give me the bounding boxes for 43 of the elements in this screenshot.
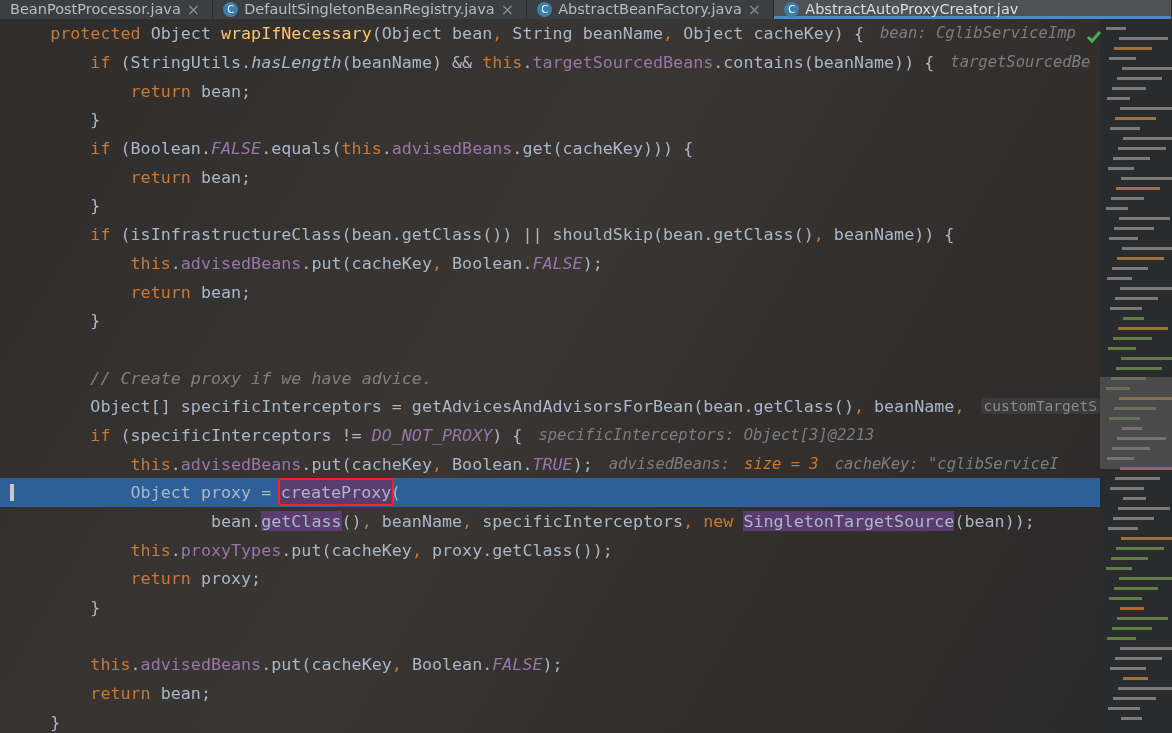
- code-line: if (specificInterceptors != DO_NOT_PROXY) {: [89, 424, 523, 445]
- editor-tab[interactable]: C AbstractAutoProxyCreator.jav: [774, 0, 1172, 19]
- debug-value-hint: advisedBeans:: [608, 454, 731, 473]
- code-line: Object[] specificInterceptors = getAdvicesAndAdvisorsForBean(bean.getClass(), beanName,: [89, 396, 966, 417]
- code-line: if (Boolean.FALSE.equals(this.advisedBeans.get(cacheKey))) {: [89, 138, 694, 159]
- code-line: }: [89, 109, 101, 130]
- editor-tab[interactable]: C DefaultSingletonBeanRegistry.java ×: [213, 0, 528, 19]
- code-line: return bean;: [129, 281, 252, 302]
- editor-tab[interactable]: BeanPostProcessor.java ×: [0, 0, 214, 19]
- class-icon: C: [223, 2, 239, 17]
- parameter-hint: customTargetS: [980, 398, 1100, 415]
- code-line: this.advisedBeans.put(cacheKey, Boolean.FALSE);: [129, 252, 603, 273]
- code-line: }: [49, 711, 61, 732]
- code-line: bean.getClass(), beanName, specificInterceptors, new SingletonTargetSource(bean));: [209, 511, 1035, 532]
- code-line: }: [89, 597, 101, 618]
- debug-value-hint: specificInterceptors: Object[3]@2213: [538, 425, 875, 444]
- code-line: }: [89, 195, 101, 216]
- class-icon: C: [784, 2, 800, 17]
- class-icon: C: [537, 2, 553, 17]
- tab-label: DefaultSingletonBeanRegistry.java: [244, 0, 495, 19]
- code-line: }: [89, 310, 101, 331]
- code-line: return proxy;: [129, 568, 262, 589]
- check-icon: [1086, 29, 1102, 45]
- tab-label: BeanPostProcessor.java: [10, 0, 181, 19]
- code-line: this.proxyTypes.put(cacheKey, proxy.getClass());: [129, 539, 613, 560]
- close-icon[interactable]: ×: [747, 0, 762, 19]
- code-line: return bean;: [129, 80, 252, 101]
- close-icon[interactable]: ×: [186, 0, 201, 19]
- code-line: if (isInfrastructureClass(bean.getClass()) || shouldSkip(bean.getClass(), beanName)) {: [89, 224, 955, 245]
- tab-label: AbstractBeanFactory.java: [558, 0, 742, 19]
- code-line: this.advisedBeans.put(cacheKey, Boolean.TRUE);: [129, 453, 593, 474]
- tab-label: AbstractAutoProxyCreator.jav: [805, 0, 1019, 19]
- debug-value-hint: size = 3: [744, 454, 819, 473]
- code-line: return bean;: [129, 166, 252, 187]
- debug-value-hint: targetSourcedBe: [950, 53, 1091, 72]
- code-line: // Create proxy if we have advice.: [89, 367, 432, 388]
- code-line: return bean;: [89, 683, 211, 704]
- debug-value-hint: bean: CglibServiceImp: [880, 24, 1076, 43]
- code-line: if (StringUtils.hasLength(beanName) && this.targetSourcedBeans.contains(beanName)) {: [89, 52, 935, 73]
- code-line: this.advisedBeans.put(cacheKey, Boolean.FALSE);: [89, 654, 563, 675]
- debug-value-hint: cacheKey: "cglibServiceI: [834, 454, 1059, 473]
- code-line: protected Object wrapIfNecessary(Object bean, String beanName, Object cacheKey) {: [49, 23, 864, 44]
- close-icon[interactable]: ×: [500, 0, 515, 19]
